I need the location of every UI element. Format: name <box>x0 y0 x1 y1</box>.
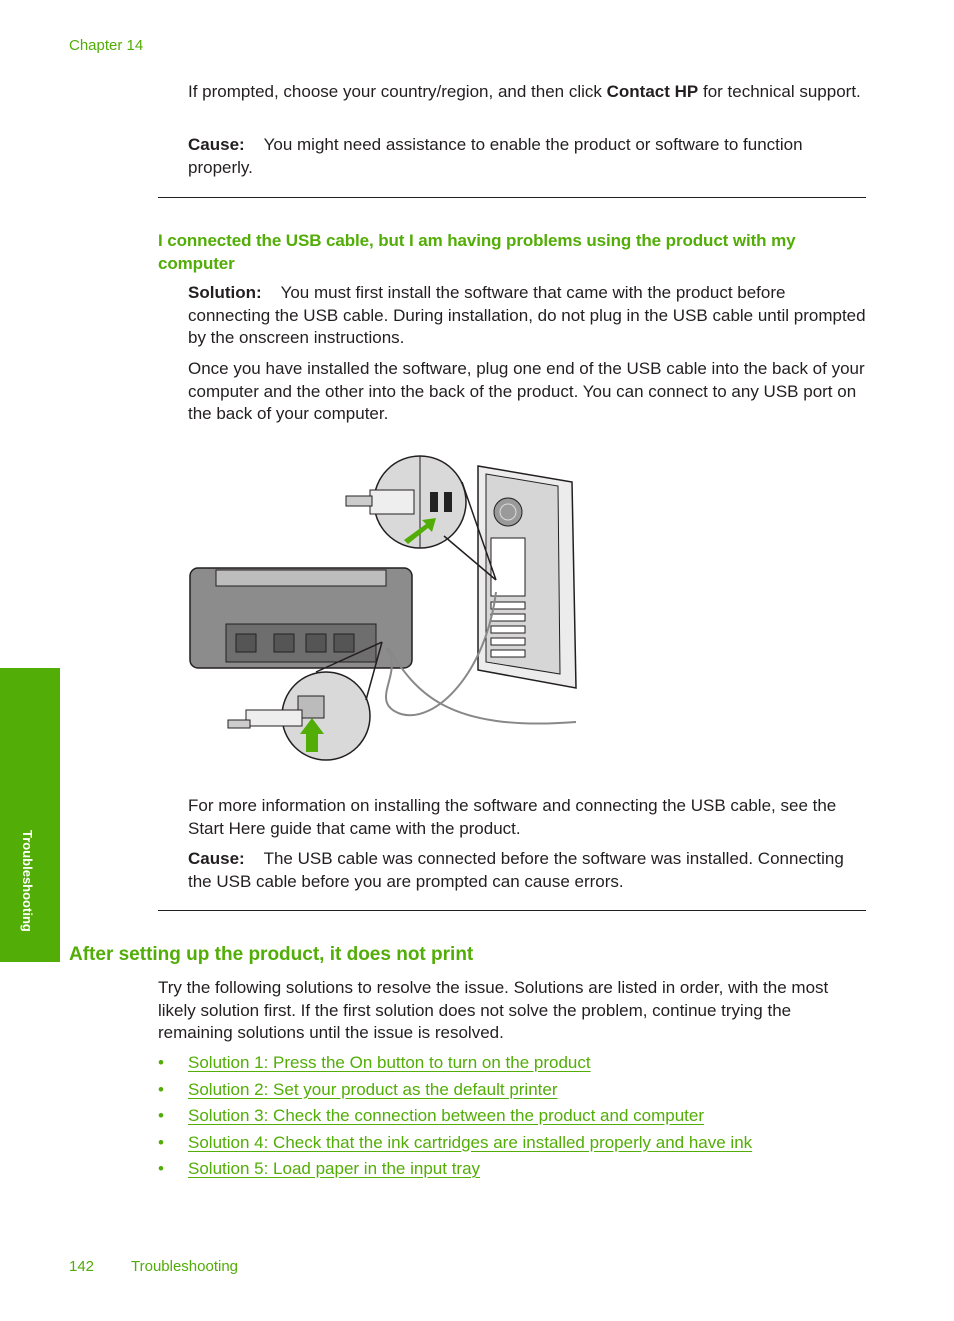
usb-solution: Solution: You must first install the sof… <box>188 282 868 350</box>
list-item: • Solution 5: Load paper in the input tra… <box>158 1158 752 1185</box>
solution-label: Solution: <box>188 283 262 302</box>
usb-more-info: For more information on installing the s… <box>188 796 837 838</box>
bullet: • <box>158 1053 164 1072</box>
print-section-heading: After setting up the product, it does no… <box>69 944 474 965</box>
solution-text: You must first install the software that… <box>188 283 866 347</box>
solution-5-link[interactable]: Solution 5: Load paper in the input tray <box>188 1159 480 1178</box>
list-item: • Solution 4: Check that the ink cartridg… <box>158 1132 752 1159</box>
intro-prompt: If prompted, choose your country/region,… <box>188 81 868 104</box>
list-item: • Solution 3: Check the connection betwee… <box>158 1105 752 1132</box>
cause-text: The USB cable was connected before the s… <box>188 849 844 891</box>
side-tab-label: Troubleshooting <box>20 830 35 932</box>
intro-cause: Cause: You might need assistance to enab… <box>188 134 868 179</box>
cause-text: You might need assistance to enable the … <box>188 135 803 177</box>
list-item: • Solution 1: Press the On button to turn… <box>158 1052 752 1079</box>
section-divider <box>158 197 866 198</box>
print-intro: Try the following solutions to resolve t… <box>158 978 829 1042</box>
computer-usb-port-closeup <box>345 455 497 581</box>
usb-cause: Cause: The USB cable was connected befor… <box>188 848 868 893</box>
solution-1-link[interactable]: Solution 1: Press the On button to turn … <box>188 1053 591 1072</box>
bullet: • <box>158 1132 164 1152</box>
contact-hp-label: Contact HP <box>606 82 699 101</box>
footer-section: Troubleshooting <box>131 1258 239 1275</box>
solution-2-link[interactable]: Solution 2: Set your product as the defa… <box>188 1080 558 1099</box>
chapter-label: Chapter 14 <box>69 37 144 54</box>
list-item: • Solution 2: Set your product as the def… <box>158 1079 752 1106</box>
section-divider <box>158 910 866 911</box>
page-number: 142 <box>69 1258 95 1275</box>
bullet: • <box>158 1079 164 1099</box>
cause-label: Cause: <box>188 135 245 154</box>
solution-4-link[interactable]: Solution 4: Check that the ink cartridge… <box>188 1133 752 1152</box>
usb-section-heading: I connected the USB cable, but I am havi… <box>158 231 796 273</box>
solutions-list: • Solution 1: Press the On button to turn… <box>158 1052 752 1185</box>
usb-connection-illustration <box>186 452 586 762</box>
bullet: • <box>158 1106 164 1125</box>
cause-label: Cause: <box>188 849 245 868</box>
solution-3-link[interactable]: Solution 3: Check the connection between… <box>188 1106 704 1125</box>
usb-connection-figure <box>189 455 577 761</box>
bullet: • <box>158 1159 164 1178</box>
intro-prompt-text: If prompted, choose your country/region,… <box>188 82 607 101</box>
intro-prompt-text-end: for technical support. <box>698 82 861 101</box>
usb-instructions: Once you have installed the software, pl… <box>188 359 865 423</box>
